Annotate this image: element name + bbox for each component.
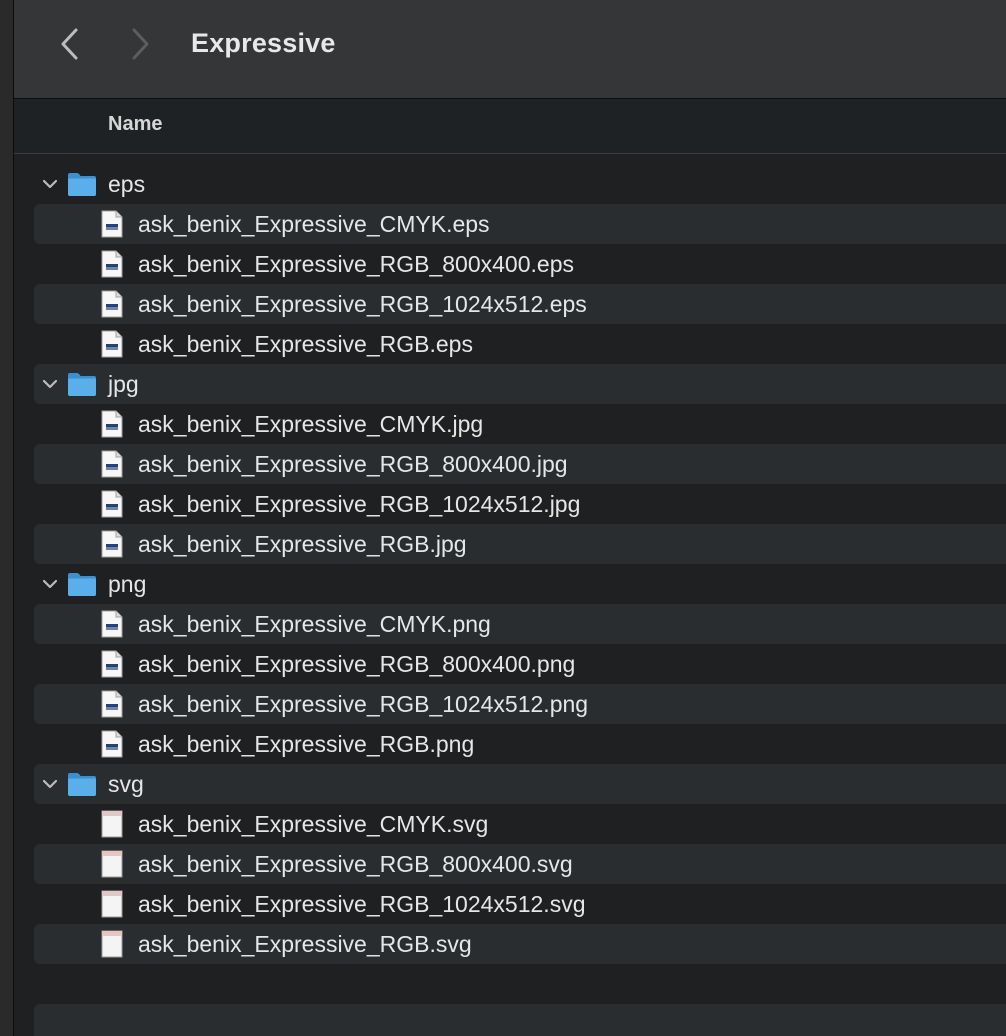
file-row[interactable]: ask_benix_Expressive_RGB_1024x512.jpg <box>34 484 1006 524</box>
jpg-file-icon <box>101 410 123 438</box>
folder-name: jpg <box>108 371 139 397</box>
file-row[interactable]: ask_benix_Expressive_RGB.png <box>34 724 1006 764</box>
file-name: ask_benix_Expressive_RGB.svg <box>138 931 472 957</box>
file-row[interactable]: ask_benix_Expressive_RGB.jpg <box>34 524 1006 564</box>
folder-icon <box>68 173 96 196</box>
jpg-file-icon <box>101 530 123 558</box>
eps-file-icon <box>101 290 123 318</box>
file-row[interactable]: ask_benix_Expressive_CMYK.jpg <box>34 404 1006 444</box>
column-header-name[interactable]: Name <box>108 113 162 136</box>
file-name: ask_benix_Expressive_RGB_1024x512.jpg <box>138 491 581 517</box>
file-name: ask_benix_Expressive_RGB_800x400.png <box>138 651 576 677</box>
file-row[interactable]: ask_benix_Expressive_RGB_800x400.svg <box>34 844 1006 884</box>
jpg-file-icon <box>101 450 123 478</box>
png-file-icon <box>101 730 123 758</box>
file-name: ask_benix_Expressive_RGB_800x400.svg <box>138 851 573 877</box>
file-row[interactable]: ask_benix_Expressive_CMYK.svg <box>34 804 1006 844</box>
file-row[interactable]: ask_benix_Expressive_RGB.eps <box>34 324 1006 364</box>
svg-file-icon <box>101 930 123 958</box>
folder-row-eps[interactable]: eps <box>34 164 1006 204</box>
file-name: ask_benix_Expressive_RGB_800x400.jpg <box>138 451 568 477</box>
folder-icon <box>68 373 96 396</box>
disclosure-chevron-down-icon[interactable] <box>40 374 60 394</box>
png-file-icon <box>101 610 123 638</box>
chevron-left-icon <box>61 28 78 60</box>
chevron-right-icon <box>132 28 149 60</box>
file-name: ask_benix_Expressive_CMYK.svg <box>138 811 489 837</box>
file-row[interactable]: ask_benix_Expressive_CMYK.png <box>34 604 1006 644</box>
svg-file-icon <box>101 810 123 838</box>
sidebar-edge <box>0 0 14 1036</box>
file-name: ask_benix_Expressive_CMYK.png <box>138 611 491 637</box>
folder-row-jpg[interactable]: jpg <box>34 364 1006 404</box>
file-name: ask_benix_Expressive_CMYK.jpg <box>138 411 484 437</box>
file-name: ask_benix_Expressive_RGB_1024x512.svg <box>138 891 586 917</box>
folder-row-png[interactable]: png <box>34 564 1006 604</box>
window-title: Expressive <box>191 28 336 58</box>
jpg-file-icon <box>101 490 123 518</box>
disclosure-chevron-down-icon[interactable] <box>40 774 60 794</box>
forward-button[interactable] <box>120 24 160 64</box>
png-file-icon <box>101 650 123 678</box>
file-name: ask_benix_Expressive_RGB_1024x512.eps <box>138 291 587 317</box>
file-list: eps ask_benix_Expressive_CMYK.eps ask_beni… <box>34 164 1006 964</box>
file-name: ask_benix_Expressive_RGB.jpg <box>138 531 467 557</box>
title-bar: Expressive <box>14 0 1006 99</box>
folder-name: png <box>108 571 147 597</box>
file-name: ask_benix_Expressive_RGB_800x400.eps <box>138 251 574 277</box>
eps-file-icon <box>101 250 123 278</box>
folder-name: svg <box>108 771 144 797</box>
column-header[interactable]: Name <box>14 99 1006 154</box>
eps-file-icon <box>101 210 123 238</box>
disclosure-chevron-down-icon[interactable] <box>40 174 60 194</box>
file-name: ask_benix_Expressive_RGB.png <box>138 731 475 757</box>
finder-window: Expressive Name eps ask_benix_Expressive_… <box>0 0 1006 1036</box>
file-row[interactable]: ask_benix_Expressive_RGB_800x400.png <box>34 644 1006 684</box>
eps-file-icon <box>101 330 123 358</box>
folder-name: eps <box>108 171 146 197</box>
svg-file-icon <box>101 850 123 878</box>
file-row[interactable]: ask_benix_Expressive_RGB_1024x512.eps <box>34 284 1006 324</box>
file-row[interactable]: ask_benix_Expressive_CMYK.eps <box>34 204 1006 244</box>
back-button[interactable] <box>50 24 90 64</box>
svg-file-icon <box>101 890 123 918</box>
file-name: ask_benix_Expressive_RGB.eps <box>138 331 473 357</box>
file-row[interactable]: ask_benix_Expressive_RGB_1024x512.svg <box>34 884 1006 924</box>
file-row[interactable]: ask_benix_Expressive_RGB.svg <box>34 924 1006 964</box>
file-row[interactable]: ask_benix_Expressive_RGB_1024x512.png <box>34 684 1006 724</box>
file-name: ask_benix_Expressive_RGB_1024x512.png <box>138 691 589 717</box>
file-row[interactable]: ask_benix_Expressive_RGB_800x400.jpg <box>34 444 1006 484</box>
disclosure-chevron-down-icon[interactable] <box>40 574 60 594</box>
file-name: ask_benix_Expressive_CMYK.eps <box>138 211 490 237</box>
folder-row-svg[interactable]: svg <box>34 764 1006 804</box>
png-file-icon <box>101 690 123 718</box>
folder-icon <box>68 573 96 596</box>
folder-icon <box>68 773 96 796</box>
empty-row <box>34 1004 1006 1036</box>
file-row[interactable]: ask_benix_Expressive_RGB_800x400.eps <box>34 244 1006 284</box>
